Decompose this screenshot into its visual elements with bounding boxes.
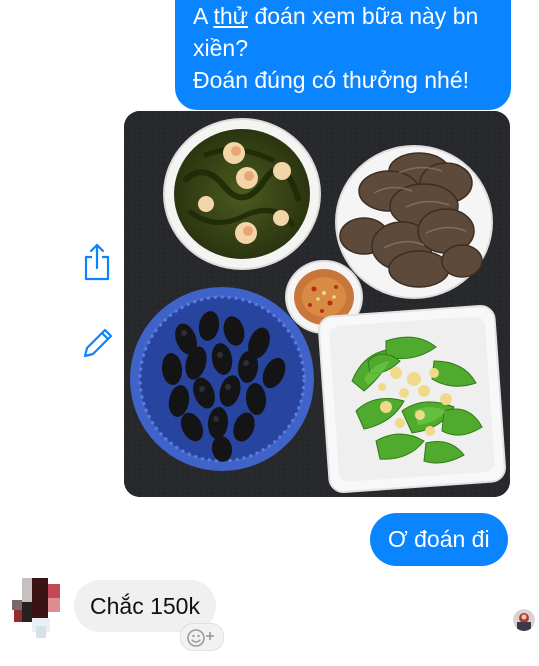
message-line-3: Đoán đúng có thưởng nhé! bbox=[193, 67, 470, 93]
add-reaction-button[interactable] bbox=[180, 623, 224, 651]
seen-indicator-avatar bbox=[513, 609, 535, 631]
smiley-plus-icon bbox=[187, 629, 214, 647]
pencil-icon[interactable] bbox=[80, 322, 114, 362]
avatar[interactable] bbox=[10, 578, 62, 638]
message-line-1: A thử đoán xem bữa này bn bbox=[193, 0, 493, 32]
message-text-underlined: thử bbox=[213, 3, 249, 29]
outgoing-message-bubble[interactable]: A thử đoán xem bữa này bn xiền? Đoán đún… bbox=[175, 0, 511, 110]
outgoing-message-bubble-2[interactable]: Ơ đoán đi bbox=[370, 513, 508, 566]
message-line-2: xiền? bbox=[193, 35, 248, 61]
share-icon[interactable] bbox=[80, 242, 114, 282]
food-photo[interactable] bbox=[124, 111, 510, 497]
message-text-suffix: đoán xem bữa này bn bbox=[248, 3, 479, 29]
message-text-prefix: A bbox=[193, 3, 214, 29]
